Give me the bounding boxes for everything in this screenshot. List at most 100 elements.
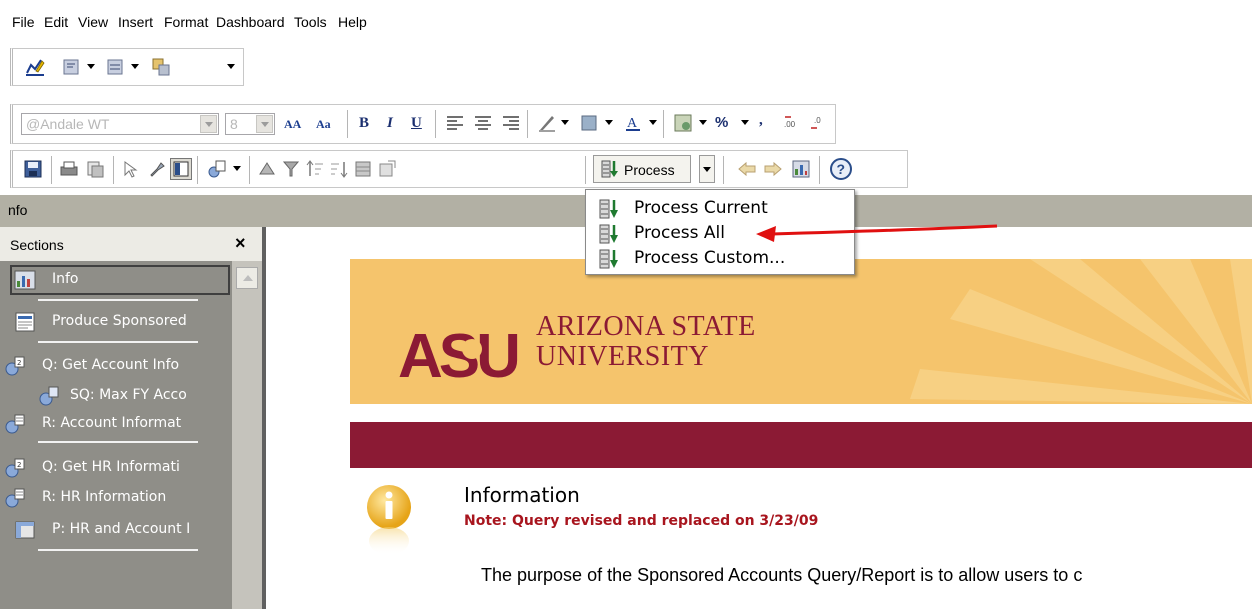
increase-decimal-icon[interactable]: .00 bbox=[783, 113, 803, 133]
print-preview-icon[interactable] bbox=[85, 159, 105, 179]
section-item-q-get-account-info[interactable]: 2 Q: Get Account Info bbox=[2, 353, 222, 379]
sections-panel: Sections × Info Produce Sponsored 2 Q: G… bbox=[0, 227, 262, 609]
scroll-up-arrow-icon[interactable] bbox=[236, 267, 258, 289]
align-icon[interactable] bbox=[61, 57, 81, 77]
currency-icon[interactable] bbox=[673, 113, 693, 133]
design-mode-icon[interactable] bbox=[25, 57, 45, 77]
section-item-r-account-informat[interactable]: R: Account Informat bbox=[2, 411, 222, 437]
menu-item-process-current[interactable]: Process Current bbox=[594, 197, 849, 221]
forward-arrow-icon[interactable] bbox=[763, 159, 783, 179]
info-note: Note: Query revised and replaced on 3/23… bbox=[464, 513, 819, 529]
align-dropdown-icon[interactable] bbox=[87, 64, 95, 69]
help-icon[interactable]: ? bbox=[829, 157, 853, 181]
menu-dashboard[interactable]: Dashboard bbox=[216, 14, 285, 30]
pivot-icon[interactable] bbox=[377, 159, 397, 179]
insert-query-icon[interactable] bbox=[207, 159, 227, 179]
dashboard-icon bbox=[14, 270, 36, 290]
sort-ascending-icon[interactable] bbox=[305, 159, 325, 179]
bold-button[interactable]: B bbox=[359, 115, 369, 132]
font-name-dropdown-icon[interactable] bbox=[200, 115, 217, 133]
svg-text:2: 2 bbox=[17, 461, 21, 469]
section-item-info[interactable]: Info bbox=[12, 267, 232, 293]
shrink-font-icon[interactable]: Aa bbox=[315, 113, 341, 133]
font-color-icon[interactable]: A bbox=[623, 113, 643, 133]
toolbar-separator bbox=[663, 110, 664, 138]
font-color-dropdown-icon[interactable] bbox=[649, 120, 657, 125]
line-color-icon[interactable] bbox=[537, 113, 557, 133]
menu-edit[interactable]: Edit bbox=[44, 14, 68, 30]
menu-item-process-custom[interactable]: Process Custom... bbox=[594, 247, 849, 271]
asu-logo-text: ASU bbox=[398, 322, 517, 385]
font-size-dropdown-icon[interactable] bbox=[256, 115, 273, 133]
application-window: File Edit View Insert Format Dashboard T… bbox=[0, 0, 1252, 609]
section-item-r-hr-information[interactable]: R: HR Information bbox=[2, 485, 222, 511]
grow-font-icon[interactable]: AA bbox=[283, 113, 309, 133]
align-left-icon[interactable] bbox=[445, 113, 465, 133]
sort-descending-icon[interactable] bbox=[329, 159, 349, 179]
align-right-icon[interactable] bbox=[501, 113, 521, 133]
section-item-q-get-hr-informati[interactable]: 2 Q: Get HR Informati bbox=[2, 455, 222, 481]
menu-file[interactable]: File bbox=[12, 14, 35, 30]
distribute-dropdown-icon[interactable] bbox=[131, 64, 139, 69]
toolbar-separator bbox=[435, 110, 436, 138]
font-size-select[interactable]: 8 bbox=[225, 113, 275, 135]
section-item-label: Info bbox=[52, 271, 79, 287]
university-name-line1: ARIZONA STATE bbox=[536, 311, 756, 342]
menu-help[interactable]: Help bbox=[338, 14, 367, 30]
distribute-icon[interactable] bbox=[105, 57, 125, 77]
select-pointer-icon[interactable] bbox=[121, 159, 141, 179]
sections-scrollbar[interactable] bbox=[232, 261, 262, 609]
section-divider bbox=[38, 441, 198, 443]
section-title: nfo bbox=[8, 202, 28, 218]
section-item-label: Q: Get HR Informati bbox=[42, 459, 180, 475]
italic-button[interactable]: I bbox=[387, 115, 393, 132]
percent-button[interactable]: % bbox=[715, 114, 728, 131]
percent-dropdown-icon[interactable] bbox=[741, 120, 749, 125]
section-item-label: Q: Get Account Info bbox=[42, 357, 180, 373]
menu-tools[interactable]: Tools bbox=[294, 14, 327, 30]
back-arrow-icon[interactable] bbox=[737, 159, 757, 179]
section-item-sq-max-fy-acco[interactable]: SQ: Max FY Acco bbox=[2, 383, 222, 409]
dashboard-home-icon[interactable] bbox=[791, 159, 811, 179]
line-color-dropdown-icon[interactable] bbox=[561, 120, 569, 125]
comma-button[interactable]: , bbox=[759, 112, 763, 129]
close-icon[interactable]: × bbox=[235, 233, 246, 254]
section-item-p-hr-and-account[interactable]: P: HR and Account I bbox=[12, 517, 232, 543]
filter-icon[interactable] bbox=[281, 159, 301, 179]
section-divider bbox=[38, 299, 198, 301]
process-dropdown-button[interactable] bbox=[699, 155, 715, 183]
info-icon bbox=[367, 485, 411, 555]
query-icon: 2 bbox=[5, 458, 25, 478]
svg-text:A: A bbox=[627, 116, 638, 131]
dashboard-content: ASU ARIZONA STATE UNIVERSITY Information… bbox=[266, 227, 1252, 609]
font-name-select[interactable]: @Andale WT bbox=[21, 113, 219, 135]
menu-view[interactable]: View bbox=[78, 14, 108, 30]
svg-text:.0: .0 bbox=[814, 116, 821, 125]
save-icon[interactable] bbox=[23, 159, 43, 179]
underline-button[interactable]: U bbox=[411, 115, 422, 132]
toolbar-separator bbox=[249, 156, 250, 184]
menu-format[interactable]: Format bbox=[164, 14, 208, 30]
order-dropdown-icon[interactable] bbox=[227, 64, 235, 69]
insert-query-dropdown-icon[interactable] bbox=[233, 166, 241, 171]
pin-icon[interactable] bbox=[147, 159, 167, 179]
decrease-decimal-icon[interactable]: .0 bbox=[809, 113, 829, 133]
fill-color-dropdown-icon[interactable] bbox=[605, 120, 613, 125]
menu-insert[interactable]: Insert bbox=[118, 14, 153, 30]
currency-dropdown-icon[interactable] bbox=[699, 120, 707, 125]
order-icon[interactable] bbox=[151, 57, 171, 77]
info-body-text: The purpose of the Sponsored Accounts Qu… bbox=[481, 565, 1083, 585]
dashboard-toolbar bbox=[10, 48, 244, 86]
computed-item-icon[interactable] bbox=[353, 159, 373, 179]
info-title: Information bbox=[464, 483, 580, 507]
print-icon[interactable] bbox=[59, 159, 79, 179]
tables-icon[interactable] bbox=[257, 159, 277, 179]
align-center-icon[interactable] bbox=[473, 113, 493, 133]
process-button[interactable]: Process bbox=[593, 155, 691, 183]
section-item-produce-sponsored[interactable]: Produce Sponsored bbox=[12, 309, 232, 335]
fill-color-icon[interactable] bbox=[579, 113, 599, 133]
section-view-icon[interactable] bbox=[170, 158, 192, 180]
university-name-line2: UNIVERSITY bbox=[536, 341, 709, 372]
menu-item-label: Process Custom... bbox=[634, 248, 786, 268]
process-icon bbox=[599, 249, 618, 269]
